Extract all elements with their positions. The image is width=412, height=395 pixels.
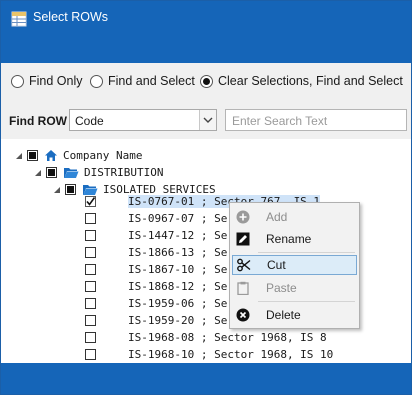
tree-row-label: IS-1959-06 ; Se — [128, 297, 228, 310]
find-field-value: Code — [75, 114, 104, 128]
tree-checkbox[interactable] — [27, 150, 38, 161]
find-row-bar: Find ROW Code — [1, 103, 411, 139]
tree-row-label: IS-1868-12 ; Se — [128, 280, 228, 293]
tree-row[interactable]: IS-1867-10 ; Se — [85, 261, 227, 278]
tree-row[interactable]: IS-1447-12 ; Se — [85, 227, 227, 244]
scissors-icon — [237, 258, 251, 272]
radio-find-and-select-label: Find and Select — [108, 74, 195, 88]
tree-node-label: DISTRIBUTION — [84, 166, 164, 179]
tree-checkbox[interactable] — [85, 281, 96, 292]
menu-item-cut[interactable]: Cut — [232, 255, 357, 275]
find-field-select[interactable]: Code — [69, 109, 217, 131]
tree-row-label: IS-0967-07 ; Se — [128, 212, 228, 225]
tree-checkbox[interactable] — [85, 332, 96, 343]
add-circle-icon — [236, 210, 250, 224]
home-icon — [45, 150, 57, 161]
tree-row-label: IS-1867-10 ; Se — [128, 263, 228, 276]
clipboard-icon — [236, 281, 250, 295]
tree-checkbox[interactable] — [85, 196, 96, 207]
radio-clear-find-select[interactable]: Clear Selections, Find and Select — [200, 74, 403, 88]
tree-checkbox[interactable] — [85, 213, 96, 224]
find-row-label: Find ROW — [9, 114, 67, 128]
menu-separator — [258, 301, 355, 302]
radio-clear-find-select-circle[interactable] — [200, 74, 213, 88]
radio-find-and-select[interactable]: Find and Select — [90, 74, 195, 88]
radio-find-and-select-circle[interactable] — [90, 74, 103, 88]
chevron-down-icon[interactable] — [199, 110, 216, 130]
folder-open-icon — [64, 168, 79, 178]
tree-node-distribution[interactable]: DISTRIBUTION — [34, 164, 163, 181]
radio-clear-find-select-label: Clear Selections, Find and Select — [218, 74, 403, 88]
tree-checkbox[interactable] — [65, 184, 76, 195]
menu-item-rename[interactable]: Rename — [232, 229, 357, 249]
delete-circle-icon — [236, 308, 250, 322]
menu-item-add[interactable]: Add — [232, 207, 357, 227]
menu-item-rename-label: Rename — [266, 232, 312, 246]
tree-node-label: Company Name — [63, 149, 143, 162]
checkmark-icon — [86, 197, 96, 206]
radio-find-only-circle[interactable] — [11, 74, 24, 88]
menu-separator — [258, 252, 355, 253]
tree-row[interactable]: IS-1968-10 ; Sector 1968, IS 10 — [85, 346, 333, 363]
search-text-field[interactable] — [225, 109, 407, 131]
search-input[interactable] — [230, 111, 404, 131]
tree-checkbox[interactable] — [85, 247, 96, 258]
tree-checkbox[interactable] — [85, 349, 96, 360]
tree-row[interactable]: IS-1959-06 ; Se — [85, 295, 227, 312]
tree-row-label: IS-1866-13 ; Se — [128, 246, 228, 259]
tree-checkbox[interactable] — [85, 315, 96, 326]
select-rows-window: Select ROWs Find Only Find and Select Cl… — [0, 0, 412, 395]
tree-checkbox[interactable] — [46, 167, 57, 178]
find-mode-options: Find Only Find and Select Clear Selectio… — [1, 63, 411, 103]
title-bar[interactable]: Select ROWs — [1, 1, 411, 63]
tree-row-label: IS-1959-20 ; Se — [128, 314, 228, 327]
menu-item-add-label: Add — [266, 210, 288, 224]
expand-triangle-icon[interactable] — [53, 186, 61, 194]
context-menu: Add Rename Cut Paste Delete — [229, 202, 360, 329]
tree-checkbox[interactable] — [85, 264, 96, 275]
menu-item-cut-label: Cut — [267, 258, 286, 272]
menu-item-paste-label: Paste — [266, 281, 297, 295]
tree-checkbox[interactable] — [85, 230, 96, 241]
menu-item-paste[interactable]: Paste — [232, 278, 357, 298]
expand-triangle-icon[interactable] — [15, 152, 23, 160]
grid-icon — [11, 11, 27, 27]
tree-checkbox[interactable] — [85, 298, 96, 309]
tree-row-label: IS-1447-12 ; Se — [128, 229, 228, 242]
window-title: Select ROWs — [33, 10, 109, 24]
tree-row[interactable]: IS-1868-12 ; Se — [85, 278, 227, 295]
bottom-bar — [1, 363, 411, 394]
radio-find-only[interactable]: Find Only — [11, 74, 83, 88]
menu-item-delete[interactable]: Delete — [232, 305, 357, 325]
tree-row[interactable]: IS-1968-08 ; Sector 1968, IS 8 — [85, 329, 327, 346]
tree-node-company[interactable]: Company Name — [15, 147, 142, 164]
tree-row-label: IS-1968-10 ; Sector 1968, IS 10 — [128, 348, 334, 361]
expand-triangle-icon[interactable] — [34, 169, 42, 177]
rename-icon — [236, 232, 250, 246]
tree-row[interactable]: IS-0967-07 ; Se — [85, 210, 227, 227]
radio-find-only-label: Find Only — [29, 74, 83, 88]
tree-row[interactable]: IS-1959-20 ; Se — [85, 312, 227, 329]
tree-row[interactable]: IS-1866-13 ; Se — [85, 244, 227, 261]
menu-item-delete-label: Delete — [266, 308, 301, 322]
tree-row-label: IS-1968-08 ; Sector 1968, IS 8 — [128, 331, 327, 344]
